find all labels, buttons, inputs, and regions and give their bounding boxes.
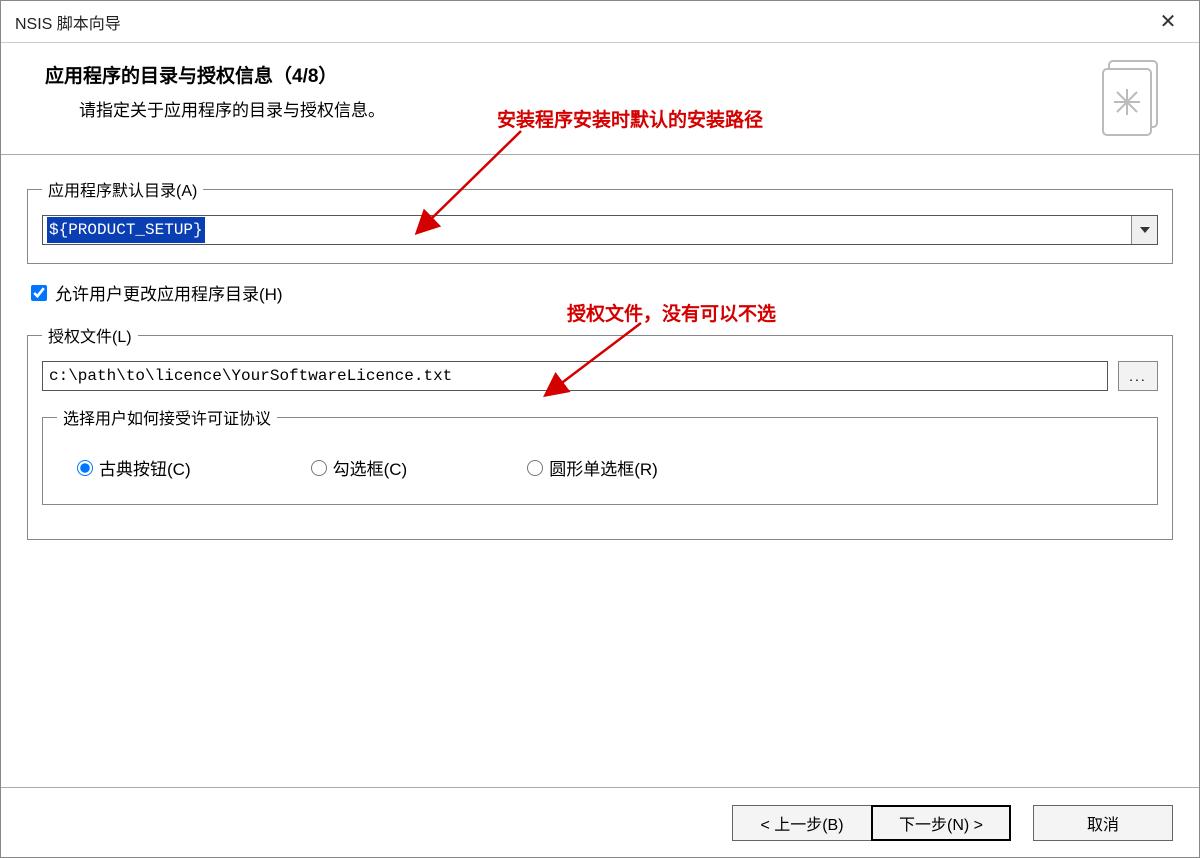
license-agreement-options: 古典按钮(C) 勾选框(C) 圆形单选框(R) — [57, 443, 1143, 486]
window-title: NSIS 脚本向导 — [15, 10, 121, 34]
default-directory-group: 应用程序默认目录(A) ${PRODUCT_SETUP} — [27, 177, 1173, 264]
license-agreement-group: 选择用户如何接受许可证协议 古典按钮(C) 勾选框(C) 圆形单选框(R) — [42, 405, 1158, 505]
wizard-page-icon — [1099, 57, 1167, 143]
license-agreement-legend: 选择用户如何接受许可证协议 — [57, 405, 277, 429]
browse-button[interactable]: ... — [1118, 361, 1158, 391]
license-path-row: c:\path\to\licence\YourSoftwareLicence.t… — [42, 361, 1158, 391]
option-radio[interactable]: 圆形单选框(R) — [527, 455, 658, 480]
option-radio-radio[interactable] — [527, 460, 543, 476]
default-directory-combo[interactable]: ${PRODUCT_SETUP} — [42, 215, 1158, 245]
option-checkbox[interactable]: 勾选框(C) — [311, 455, 408, 480]
license-file-group: 授权文件(L) c:\path\to\licence\YourSoftwareL… — [27, 323, 1173, 540]
wizard-content: 应用程序默认目录(A) ${PRODUCT_SETUP} 允许用户更改应用程序目… — [1, 155, 1199, 578]
license-path-input[interactable]: c:\path\to\licence\YourSoftwareLicence.t… — [42, 361, 1108, 391]
default-directory-dropdown-button[interactable] — [1131, 216, 1157, 244]
next-button[interactable]: 下一步(N) > — [871, 805, 1011, 841]
allow-change-dir-label: 允许用户更改应用程序目录(H) — [55, 280, 283, 305]
annotation-install-path: 安装程序安装时默认的安装路径 — [497, 105, 763, 132]
license-file-legend: 授权文件(L) — [42, 323, 138, 347]
allow-change-dir-input[interactable] — [31, 285, 47, 301]
wizard-button-bar: < 上一步(B) 下一步(N) > 取消 — [1, 787, 1199, 857]
default-directory-value[interactable]: ${PRODUCT_SETUP} — [43, 216, 1131, 244]
close-button[interactable]: ✕ — [1145, 7, 1191, 37]
close-icon: ✕ — [1160, 9, 1177, 34]
default-directory-legend: 应用程序默认目录(A) — [42, 177, 203, 201]
cancel-button[interactable]: 取消 — [1033, 805, 1173, 841]
wizard-header: 应用程序的目录与授权信息（4/8） 请指定关于应用程序的目录与授权信息。 — [1, 43, 1199, 155]
page-title: 应用程序的目录与授权信息（4/8） — [45, 61, 1177, 88]
titlebar: NSIS 脚本向导 ✕ — [1, 1, 1199, 43]
option-classic[interactable]: 古典按钮(C) — [77, 455, 191, 480]
annotation-license-file: 授权文件，没有可以不选 — [567, 299, 776, 326]
back-button[interactable]: < 上一步(B) — [732, 805, 872, 841]
option-checkbox-radio[interactable] — [311, 460, 327, 476]
option-classic-radio[interactable] — [77, 460, 93, 476]
chevron-down-icon — [1140, 227, 1150, 233]
